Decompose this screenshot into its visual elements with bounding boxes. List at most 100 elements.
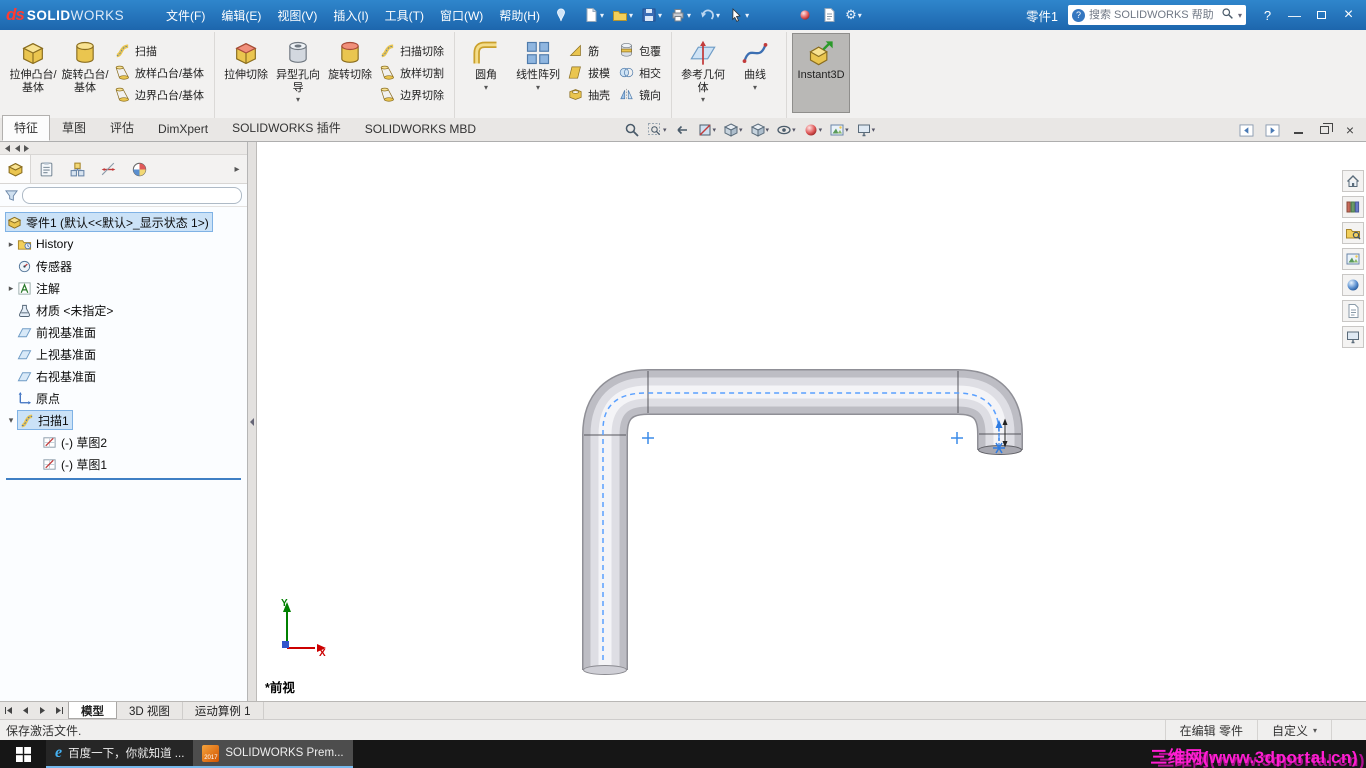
edit-appearance-button[interactable]: ▾	[801, 120, 825, 140]
menu-insert[interactable]: 插入(I)	[325, 3, 376, 28]
pane-arrow-right-icon[interactable]	[23, 144, 31, 153]
taskbar-browser-button[interactable]: e 百度一下，你就知道 ...	[46, 740, 194, 768]
file-explorer-tab[interactable]	[1342, 222, 1364, 244]
maximize-button[interactable]	[1308, 3, 1335, 27]
swept-cut-button[interactable]: 扫描切除	[376, 40, 449, 61]
select-button[interactable]: ▾	[725, 3, 752, 27]
tab-evaluate[interactable]: 评估	[98, 115, 146, 141]
revolved-boss-button[interactable]: 旋转凸台/基体	[59, 33, 111, 113]
3d-views-tab[interactable]: 3D 视图	[117, 702, 183, 719]
tree-filter-input[interactable]	[22, 186, 242, 204]
tree-item-history[interactable]: ▸ History	[0, 233, 247, 255]
curves-button[interactable]: 曲线 ▾	[729, 33, 781, 113]
doc-minimize-button[interactable]	[1288, 121, 1308, 139]
tree-item-sweep1[interactable]: ▾ 扫描1	[0, 409, 247, 431]
linear-pattern-button[interactable]: 线性阵列 ▾	[512, 33, 564, 113]
panel-splitter-strip[interactable]	[0, 142, 247, 155]
tab-sketch[interactable]: 草图	[50, 115, 98, 141]
previous-view-button[interactable]	[672, 120, 692, 140]
tree-item-origin[interactable]: 原点	[0, 387, 247, 409]
tree-item-sketch2[interactable]: (-) 草图2	[0, 431, 247, 453]
tree-item-material[interactable]: 材质 <未指定>	[0, 299, 247, 321]
save-button[interactable]: ▾	[638, 3, 665, 27]
panel-splitter[interactable]	[248, 142, 257, 701]
doc-restore-button[interactable]	[1314, 121, 1334, 139]
motion-study-tab[interactable]: 运动算例 1	[183, 702, 264, 719]
rib-button[interactable]: 筋	[564, 40, 615, 61]
minimize-button[interactable]: —	[1281, 3, 1308, 27]
design-library-tab[interactable]	[1342, 196, 1364, 218]
revolved-cut-button[interactable]: 旋转切除	[324, 33, 376, 113]
view-settings-button[interactable]: ▾	[854, 120, 878, 140]
help-button[interactable]: ?	[1254, 3, 1281, 27]
sweep-path-centerline[interactable]	[602, 392, 1000, 660]
tree-item-front-plane[interactable]: 前视基准面	[0, 321, 247, 343]
boundary-cut-button[interactable]: 边界切除	[376, 84, 449, 105]
shell-button[interactable]: 抽壳	[564, 84, 615, 105]
menu-file[interactable]: 文件(F)	[158, 3, 213, 28]
resources-home-tab[interactable]	[1342, 170, 1364, 192]
zoom-fit-button[interactable]	[622, 120, 642, 140]
tab-features[interactable]: 特征	[2, 115, 51, 141]
instant3d-button[interactable]: Instant3D	[792, 33, 851, 113]
swept-boss-button[interactable]: 扫描	[111, 40, 209, 61]
print-button[interactable]: ▾	[667, 3, 694, 27]
zoom-area-button[interactable]: ▾	[645, 120, 669, 140]
tab-dimxpert[interactable]: DimXpert	[146, 118, 220, 141]
custom-properties-tab[interactable]	[1342, 300, 1364, 322]
tree-item-annotations[interactable]: ▸ 注解	[0, 277, 247, 299]
expand-arrow-icon[interactable]: ▸	[5, 239, 17, 250]
wrap-button[interactable]: 包覆	[615, 40, 666, 61]
section-view-button[interactable]: ▾	[695, 120, 719, 140]
rollback-bar[interactable]	[6, 478, 241, 480]
next-tab-button[interactable]	[34, 702, 51, 719]
graphics-viewport[interactable]: Y X *前视	[257, 142, 1366, 701]
display-manager-tab[interactable]	[124, 155, 155, 183]
search-box[interactable]: ? ▾	[1068, 5, 1246, 25]
configuration-manager-tab[interactable]	[62, 155, 93, 183]
expand-arrow-icon[interactable]: ▸	[5, 283, 17, 294]
intersect-button[interactable]: 相交	[615, 62, 666, 83]
apply-scene-button[interactable]: ▾	[827, 120, 851, 140]
tree-item-sensors[interactable]: 传感器	[0, 255, 247, 277]
pane-arrow-left-icon[interactable]	[3, 144, 11, 153]
hole-wizard-button[interactable]: 异型孔向导 ▾	[272, 33, 324, 113]
search-input[interactable]	[1089, 9, 1217, 21]
extruded-cut-button[interactable]: 拉伸切除	[220, 33, 272, 113]
undo-button[interactable]: ▾	[696, 3, 723, 27]
panel-tab-overflow-button[interactable]: ▸	[227, 155, 247, 183]
collapse-panel-icon[interactable]	[249, 417, 255, 427]
tree-item-top-plane[interactable]: 上视基准面	[0, 343, 247, 365]
options-gear-button[interactable]: ⚙ ▾	[842, 3, 865, 27]
menu-window[interactable]: 窗口(W)	[432, 3, 491, 28]
fillet-button[interactable]: 圆角 ▾	[460, 33, 512, 113]
appearances-tab[interactable]	[1342, 274, 1364, 296]
file-properties-button[interactable]	[818, 3, 840, 27]
collapse-arrow-icon[interactable]: ▾	[5, 415, 17, 426]
menu-view[interactable]: 视图(V)	[269, 3, 325, 28]
menu-edit[interactable]: 编辑(E)	[213, 3, 269, 28]
start-button[interactable]	[0, 740, 46, 768]
reference-geometry-button[interactable]: 参考几何体 ▾	[677, 33, 729, 113]
tree-root-item[interactable]: 零件1 (默认<<默认>_显示状态 1>)	[0, 211, 247, 233]
lofted-boss-button[interactable]: 放样凸台/基体	[111, 62, 209, 83]
feature-tree-tab[interactable]	[0, 155, 31, 183]
tree-item-sketch1[interactable]: (-) 草图1	[0, 453, 247, 475]
search-icon[interactable]	[1221, 7, 1234, 23]
custom-pane[interactable]: 自定义 ▾	[1256, 720, 1331, 740]
taskbar-solidworks-button[interactable]: 2017 SOLIDWORKS Prem...	[193, 740, 353, 768]
pane-arrow-left-icon[interactable]	[13, 144, 21, 153]
hide-show-items-button[interactable]: ▾	[774, 120, 798, 140]
model-tab[interactable]: 模型	[68, 702, 117, 719]
menu-pin-icon[interactable]	[554, 8, 568, 22]
menu-tools[interactable]: 工具(T)	[377, 3, 432, 28]
previous-window-button[interactable]	[1236, 121, 1256, 139]
boundary-boss-button[interactable]: 边界凸台/基体	[111, 84, 209, 105]
pipe-model[interactable]	[582, 369, 1023, 675]
doc-close-button[interactable]: ×	[1340, 121, 1360, 139]
tab-addins[interactable]: SOLIDWORKS 插件	[220, 115, 353, 141]
tree-item-right-plane[interactable]: 右视基准面	[0, 365, 247, 387]
draft-button[interactable]: 拔模	[564, 62, 615, 83]
first-tab-button[interactable]	[0, 702, 17, 719]
forum-tab[interactable]	[1342, 326, 1364, 348]
